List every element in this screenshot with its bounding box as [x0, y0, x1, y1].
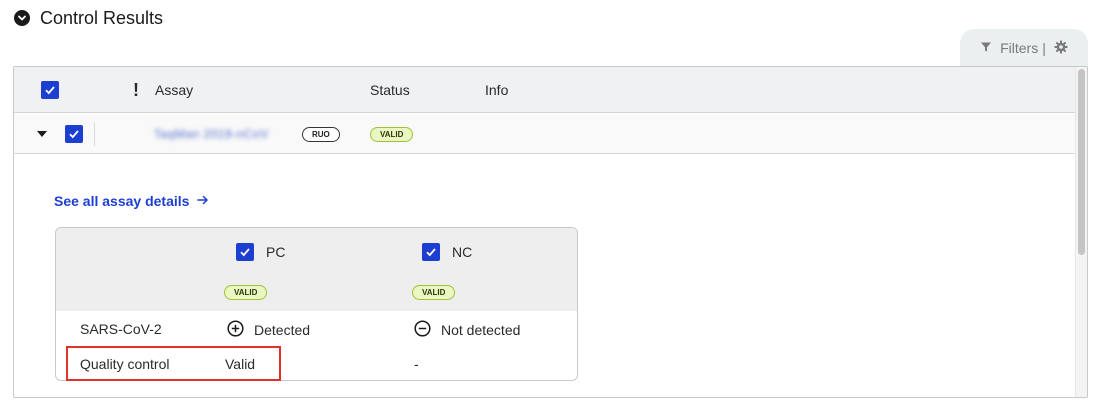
expand-row-icon[interactable] [37, 114, 47, 154]
pc-checkbox[interactable] [236, 243, 254, 261]
target-label: SARS-CoV-2 [80, 321, 162, 337]
see-all-assay-details-link[interactable]: See all assay details [54, 193, 209, 209]
status-badge: VALID [370, 114, 414, 154]
quality-control-nc-value: - [414, 356, 419, 372]
status-column-header[interactable]: Status [370, 67, 410, 113]
assay-column-header[interactable]: Assay [155, 67, 193, 113]
controls-table-header [56, 228, 577, 311]
table-header: ! Assay Status Info [14, 67, 1076, 113]
section-title: Control Results [40, 7, 164, 28]
see-all-assay-details-label: See all assay details [54, 193, 190, 209]
scrollbar-thumb[interactable] [1078, 69, 1085, 255]
scrollbar[interactable] [1075, 67, 1087, 397]
chevron-down-icon[interactable] [14, 10, 30, 26]
pc-label: PC [266, 244, 286, 260]
assay-name[interactable]: TaqMan 2019-nCoV [154, 114, 269, 154]
gear-icon[interactable] [1054, 40, 1068, 57]
nc-result: Not detected [414, 320, 520, 340]
minus-circle-icon [414, 320, 431, 340]
filters-label: Filters [1000, 40, 1039, 56]
row-divider [94, 122, 95, 146]
section-header: Control Results [14, 6, 163, 30]
flag-column-header: ! [133, 79, 139, 100]
table-row[interactable]: TaqMan 2019-nCoV RUO VALID [14, 114, 1076, 154]
nc-checkbox[interactable] [422, 243, 440, 261]
highlight-box [66, 346, 281, 381]
plus-circle-icon [227, 320, 244, 340]
pc-result: Detected [227, 320, 310, 340]
filters-separator: | [1042, 40, 1046, 56]
select-all-checkbox[interactable] [41, 67, 59, 113]
nc-column-header: NC [422, 243, 472, 261]
filter-icon [980, 40, 992, 56]
pc-column-header: PC [236, 243, 285, 261]
row-checkbox[interactable] [65, 114, 83, 154]
info-column-header[interactable]: Info [485, 67, 508, 113]
ruo-badge: RUO [302, 114, 340, 154]
filters-button[interactable]: Filters | [960, 29, 1088, 67]
nc-status-badge: VALID [412, 285, 456, 300]
pc-status-badge: VALID [224, 285, 268, 300]
nc-label: NC [452, 244, 473, 260]
results-table: ! Assay Status Info TaqMan 2019-nCoV RUO… [13, 66, 1088, 398]
arrow-right-icon [197, 193, 209, 209]
